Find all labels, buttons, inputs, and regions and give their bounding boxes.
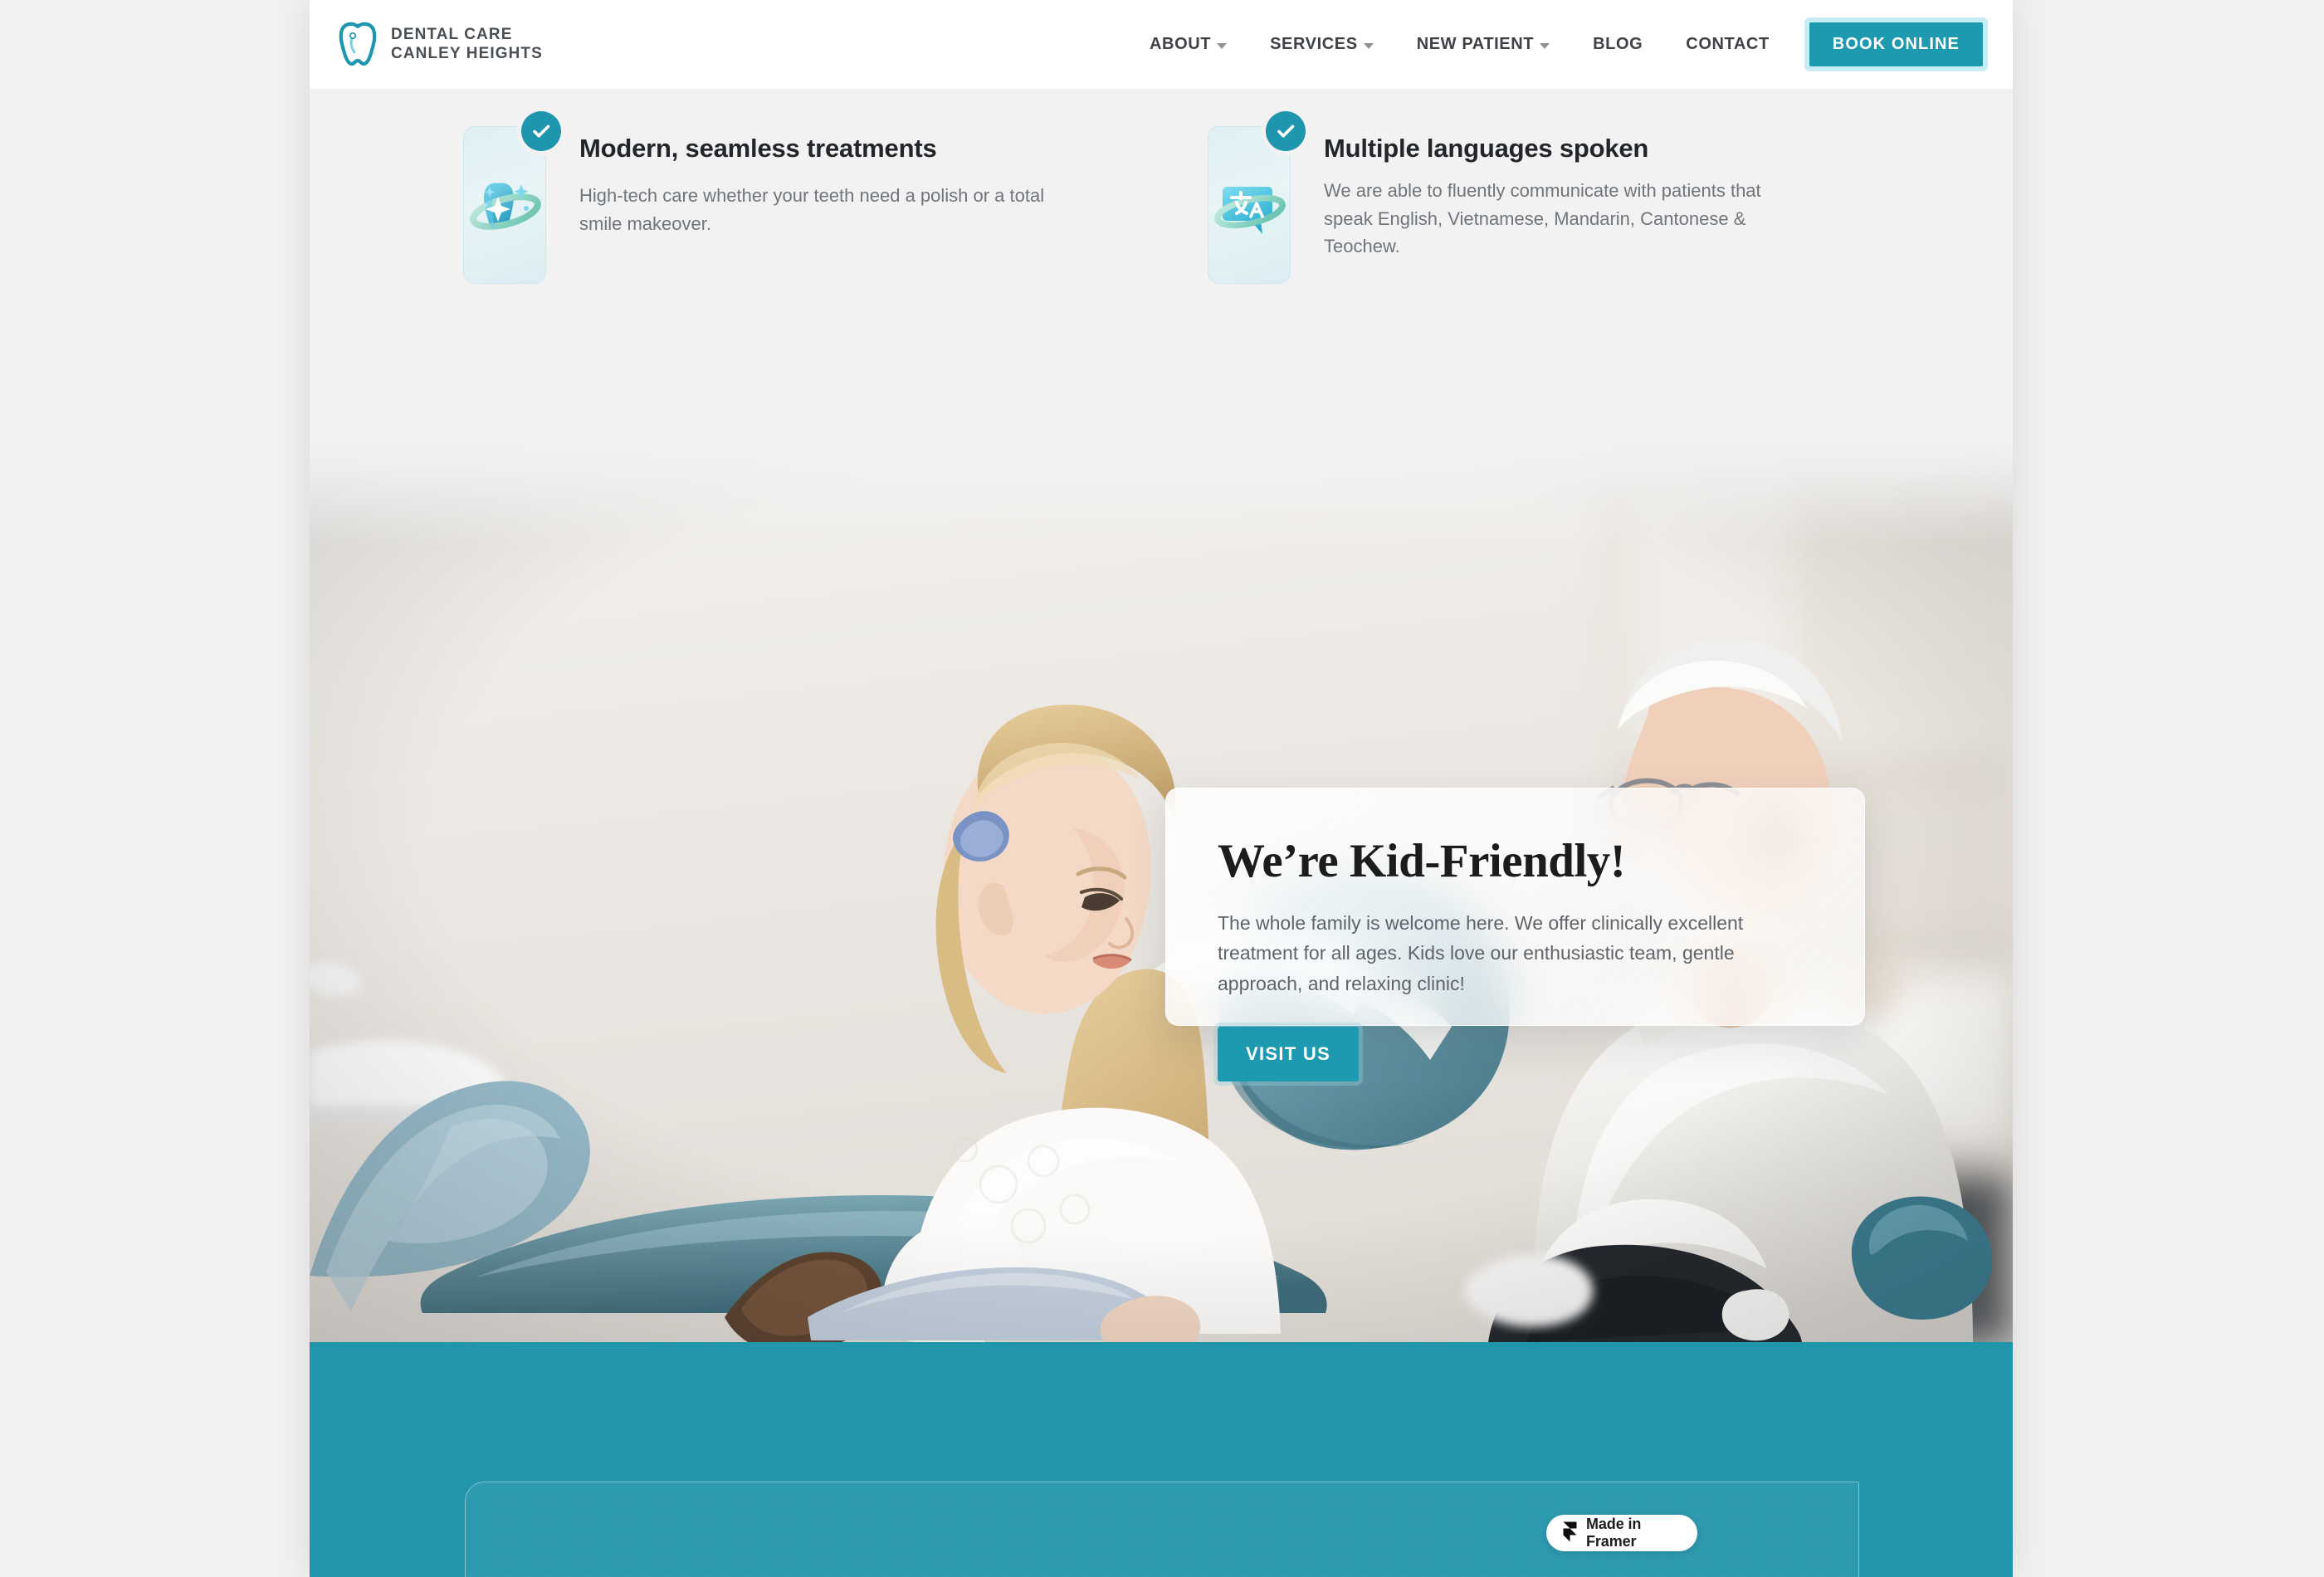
page-content-column: DENTAL CARE CANLEY HEIGHTS ABOUT SERVICE… bbox=[310, 0, 2013, 1577]
chevron-down-icon bbox=[1217, 43, 1228, 49]
feature-text-block: Multiple languages spoken We are able to… bbox=[1324, 126, 1805, 284]
kid-friendly-title: We’re Kid-Friendly! bbox=[1218, 835, 1626, 887]
feature-card-modern-treatments: Modern, seamless treatments High-tech ca… bbox=[463, 111, 1144, 284]
framer-logo-icon bbox=[1563, 1521, 1577, 1545]
browser-viewport: DENTAL CARE CANLEY HEIGHTS ABOUT SERVICE… bbox=[0, 0, 2324, 1577]
site-header: DENTAL CARE CANLEY HEIGHTS ABOUT SERVICE… bbox=[310, 0, 2013, 89]
made-in-framer-badge[interactable]: Made in Framer bbox=[1546, 1515, 1697, 1551]
book-online-button[interactable]: BOOK ONLINE bbox=[1809, 22, 1983, 66]
hero-top-fade bbox=[310, 437, 2013, 545]
teal-section bbox=[310, 1342, 2013, 1577]
main-navigation: ABOUT SERVICES NEW PATIENT BLOG CONTACT bbox=[1128, 22, 1983, 66]
framer-badge-label: Made in Framer bbox=[1586, 1516, 1642, 1550]
kid-friendly-card: We’re Kid-Friendly! The whole family is … bbox=[1165, 788, 1865, 1081]
feature-description: High-tech care whether your teeth need a… bbox=[579, 185, 1045, 234]
nav-item-blog[interactable]: BLOG bbox=[1571, 35, 1664, 54]
nav-item-label: CONTACT bbox=[1686, 35, 1770, 53]
feature-icon-wrapper bbox=[1208, 111, 1306, 284]
nav-item-label: SERVICES bbox=[1270, 35, 1358, 53]
nav-item-label: ABOUT bbox=[1150, 35, 1212, 53]
check-circle-icon bbox=[1266, 111, 1306, 151]
features-strip: Modern, seamless treatments High-tech ca… bbox=[310, 89, 2013, 437]
nav-item-new-patient[interactable]: NEW PATIENT bbox=[1395, 35, 1571, 54]
feature-card-languages: Multiple languages spoken We are able to… bbox=[1208, 111, 1863, 284]
brand-line-2: CANLEY HEIGHTS bbox=[391, 45, 543, 62]
nav-item-contact[interactable]: CONTACT bbox=[1664, 35, 1790, 54]
feature-text-block: Modern, seamless treatments High-tech ca… bbox=[579, 126, 1061, 284]
kid-friendly-body: The whole family is welcome here. We off… bbox=[1218, 911, 1744, 994]
check-circle-icon bbox=[521, 111, 561, 151]
feature-title: Multiple languages spoken bbox=[1324, 134, 1649, 163]
nav-item-services[interactable]: SERVICES bbox=[1248, 35, 1395, 54]
feature-description: We are able to fluently communicate with… bbox=[1324, 180, 1761, 257]
feature-icon-wrapper bbox=[463, 111, 561, 284]
chevron-down-icon bbox=[1540, 43, 1550, 49]
feature-title: Modern, seamless treatments bbox=[579, 134, 937, 163]
tooth-logo-icon bbox=[336, 22, 379, 68]
nav-item-label: BLOG bbox=[1593, 35, 1643, 53]
chevron-down-icon bbox=[1363, 43, 1374, 49]
nav-item-about[interactable]: ABOUT bbox=[1128, 35, 1248, 54]
visit-us-button[interactable]: VISIT US bbox=[1218, 1026, 1360, 1081]
hero-section: We’re Kid-Friendly! The whole family is … bbox=[310, 437, 2013, 1342]
brand-logo-link[interactable]: DENTAL CARE CANLEY HEIGHTS bbox=[336, 22, 543, 68]
nav-item-label: NEW PATIENT bbox=[1416, 35, 1535, 53]
brand-line-1: DENTAL CARE bbox=[391, 26, 513, 44]
